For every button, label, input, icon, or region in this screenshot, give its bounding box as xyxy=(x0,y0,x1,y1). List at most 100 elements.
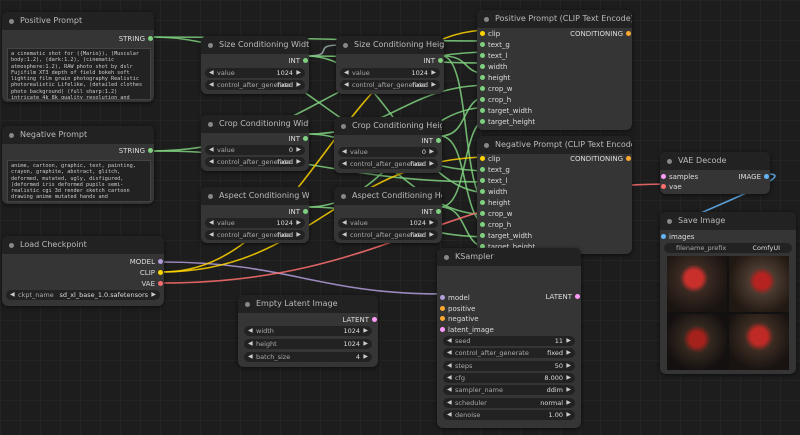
int-output[interactable]: INT xyxy=(421,207,441,217)
output-socket-icon[interactable] xyxy=(575,294,580,299)
input-socket-icon[interactable] xyxy=(480,200,485,205)
value-widget[interactable]: ◀ value 1024 ▶ xyxy=(205,68,305,78)
collapse-dot-icon[interactable] xyxy=(484,17,489,22)
output-image-thumbnail[interactable] xyxy=(729,314,789,370)
increment-arrow-icon[interactable]: ▶ xyxy=(429,218,434,228)
negative-prompt-node[interactable]: Negative Prompt STRING anime, cartoon, g… xyxy=(2,126,154,204)
prev-arrow-icon[interactable]: ◀ xyxy=(10,290,15,300)
next-arrow-icon[interactable]: ▶ xyxy=(296,157,301,167)
input-socket-icon[interactable] xyxy=(661,184,666,189)
input-text-l[interactable]: text_l xyxy=(480,176,507,186)
input-crop-w[interactable]: crop_w xyxy=(480,209,513,219)
input-socket-icon[interactable] xyxy=(480,75,485,80)
next-arrow-icon[interactable]: ▶ xyxy=(431,80,436,90)
increment-arrow-icon[interactable]: ▶ xyxy=(296,218,301,228)
prev-arrow-icon[interactable]: ◀ xyxy=(209,230,214,240)
increment-arrow-icon[interactable]: ▶ xyxy=(566,336,571,346)
decrement-arrow-icon[interactable]: ◀ xyxy=(447,348,452,358)
collapse-dot-icon[interactable] xyxy=(341,194,346,199)
decrement-arrow-icon[interactable]: ◀ xyxy=(447,361,452,371)
output-socket-icon[interactable] xyxy=(303,136,308,141)
input-samples[interactable]: samples xyxy=(661,172,698,182)
increment-arrow-icon[interactable]: ▶ xyxy=(566,385,571,395)
height-widget[interactable]: ◀ height 1024 ▶ xyxy=(244,339,372,349)
collapse-dot-icon[interactable] xyxy=(667,219,672,224)
input-socket-icon[interactable] xyxy=(480,42,485,47)
increment-arrow-icon[interactable]: ▶ xyxy=(566,348,571,358)
decrement-arrow-icon[interactable]: ◀ xyxy=(447,398,452,408)
negative-clip-text-encode-node[interactable]: Negative Prompt (CLIP Text Encode) CONDI… xyxy=(477,136,632,254)
model-output[interactable]: MODEL xyxy=(130,257,163,267)
decrement-arrow-icon[interactable]: ◀ xyxy=(209,68,214,78)
control-after-generate-widget[interactable]: ◀ control_after_generate fixed ▶ xyxy=(340,80,440,90)
value-widget[interactable]: ◀ value 1024 ▶ xyxy=(338,218,438,228)
input-clip[interactable]: clip xyxy=(480,29,500,39)
input-socket-icon[interactable] xyxy=(480,64,485,69)
decrement-arrow-icon[interactable]: ◀ xyxy=(209,218,214,228)
increment-arrow-icon[interactable]: ▶ xyxy=(566,410,571,420)
next-arrow-icon[interactable]: ▶ xyxy=(296,80,301,90)
input-text-g[interactable]: text_g xyxy=(480,40,510,50)
input-crop-w[interactable]: crop_w xyxy=(480,84,513,94)
input-socket-icon[interactable] xyxy=(480,189,485,194)
control-after-generate-widget[interactable]: ◀ control_after_generate fixed ▶ xyxy=(205,80,305,90)
input-latent-image[interactable]: latent_image xyxy=(440,325,494,335)
latent-output[interactable]: LATENT xyxy=(545,292,580,302)
collapse-dot-icon[interactable] xyxy=(208,122,213,127)
aspect-conditioning-width-node[interactable]: Aspect Conditioning Width INT ◀value1024… xyxy=(201,187,309,243)
input-socket-icon[interactable] xyxy=(480,53,485,58)
input-socket-icon[interactable] xyxy=(480,31,485,36)
int-output[interactable]: INT xyxy=(288,134,308,144)
ksampler-denoise-widget[interactable]: ◀ denoise 1.00 ▶ xyxy=(443,409,575,420)
value-widget[interactable]: ◀ value 1024 ▶ xyxy=(205,218,305,228)
input-crop-h[interactable]: crop_h xyxy=(480,220,511,230)
empty-latent-image-node[interactable]: Empty Latent Image LATENT ◀ width 1024 ▶ ◀ h… xyxy=(238,295,378,367)
output-socket-icon[interactable] xyxy=(764,174,769,179)
output-socket-icon[interactable] xyxy=(626,31,631,36)
prev-arrow-icon[interactable]: ◀ xyxy=(342,159,347,169)
output-socket-icon[interactable] xyxy=(436,138,441,143)
decrement-arrow-icon[interactable]: ◀ xyxy=(248,352,253,362)
control-after-generate-widget[interactable]: ◀ control_after_generate fixed ▶ xyxy=(338,159,438,169)
increment-arrow-icon[interactable]: ▶ xyxy=(363,339,368,349)
input-model[interactable]: model xyxy=(440,293,470,303)
increment-arrow-icon[interactable]: ▶ xyxy=(566,361,571,371)
int-output[interactable]: INT xyxy=(421,136,441,146)
output-image-thumbnail[interactable] xyxy=(729,256,789,312)
decrement-arrow-icon[interactable]: ◀ xyxy=(447,410,452,420)
int-output[interactable]: INT xyxy=(288,56,308,66)
input-text-l[interactable]: text_l xyxy=(480,51,507,61)
increment-arrow-icon[interactable]: ▶ xyxy=(431,68,436,78)
node-title[interactable]: KSampler xyxy=(437,248,581,266)
increment-arrow-icon[interactable]: ▶ xyxy=(429,147,434,157)
ksampler-control-after-generate-widget[interactable]: ◀ control_after_generate fixed ▶ xyxy=(443,348,575,359)
input-socket-icon[interactable] xyxy=(480,119,485,124)
input-text-g[interactable]: text_g xyxy=(480,165,510,175)
prev-arrow-icon[interactable]: ◀ xyxy=(342,230,347,240)
ksampler-steps-widget[interactable]: ◀ steps 50 ▶ xyxy=(443,360,575,371)
int-output[interactable]: INT xyxy=(423,56,443,66)
positive-prompt-node[interactable]: Positive Prompt STRING a cinematic shot … xyxy=(2,12,154,102)
prev-arrow-icon[interactable]: ◀ xyxy=(209,80,214,90)
output-socket-icon[interactable] xyxy=(626,156,631,161)
ckpt-name-widget[interactable]: ◀ ckpt_name sd_xl_base_1.0.safetensors ▶ xyxy=(6,290,160,300)
ksampler-seed-widget[interactable]: ◀ seed 11 ▶ xyxy=(443,336,575,346)
node-title[interactable]: Crop Conditioning Height xyxy=(334,117,442,135)
string-output[interactable]: STRING xyxy=(119,146,153,156)
input-socket-icon[interactable] xyxy=(480,108,485,113)
input-images[interactable]: images xyxy=(661,232,694,242)
image-output[interactable]: IMAGE xyxy=(738,172,769,182)
size-conditioning-height-node[interactable]: Size Conditioning Height INT ◀ value 1024 ▶… xyxy=(336,36,444,94)
conditioning-output[interactable]: CONDITIONING xyxy=(570,154,631,164)
next-arrow-icon[interactable]: ▶ xyxy=(151,290,156,300)
node-title[interactable]: Negative Prompt (CLIP Text Encode) xyxy=(477,136,632,154)
node-title[interactable]: Empty Latent Image xyxy=(238,295,378,313)
collapse-dot-icon[interactable] xyxy=(245,302,250,307)
input-socket-icon[interactable] xyxy=(661,174,666,179)
output-socket-icon[interactable] xyxy=(303,209,308,214)
decrement-arrow-icon[interactable]: ◀ xyxy=(447,373,452,383)
output-socket-icon[interactable] xyxy=(158,281,163,286)
increment-arrow-icon[interactable]: ▶ xyxy=(296,145,301,155)
prev-arrow-icon[interactable]: ◀ xyxy=(344,80,349,90)
input-socket-icon[interactable] xyxy=(661,234,666,239)
